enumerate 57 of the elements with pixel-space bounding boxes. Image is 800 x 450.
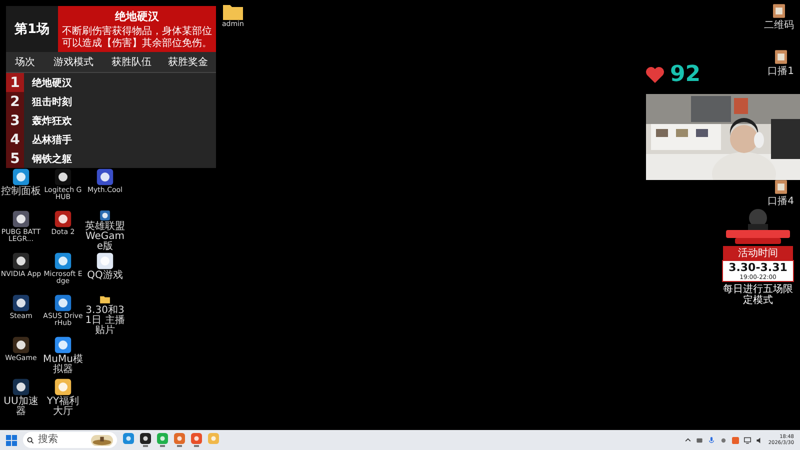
mode-name: 丛林猎手 [32,134,72,146]
round-number: 1 [6,73,24,92]
column-header: 获胜队伍 [110,56,153,70]
app-icon[interactable] [96,252,114,270]
chevron-icon[interactable] [685,437,692,443]
icon-label: MuMu模拟器 [42,355,84,375]
icon-label: UU加速器 [2,397,40,417]
search-field[interactable]: 搜索 [23,432,117,448]
column-header: 游戏模式 [52,56,94,70]
column-header: 场次 [14,56,36,70]
icon-label: 3.30和31日 主播贴片 [84,306,126,336]
round-number: 3 [6,111,24,130]
app-icon[interactable] [12,378,30,396]
file-icon[interactable] [774,180,787,194]
promo-label: 活动时间 [723,246,793,260]
app-icon[interactable] [96,168,114,186]
display-icon[interactable] [744,436,752,444]
app-icon[interactable] [54,378,72,396]
mode-name: 钢铁之躯 [32,152,72,166]
app-icon[interactable] [12,336,30,354]
search-icon [27,436,34,444]
app-icon[interactable] [54,336,72,354]
app-icon[interactable] [54,210,72,228]
app-icon[interactable] [54,252,72,270]
tray-icon[interactable] [696,436,704,444]
mode-name: 狙击时刻 [32,96,72,108]
mode-name: 轰炸狂欢 [32,114,72,128]
like-count: 92 [670,62,701,87]
app-icon[interactable] [12,294,30,312]
mode-title: 绝地硬汉 [114,9,160,24]
folder-icon[interactable] [222,4,243,20]
icon-label: 口播1 [768,64,794,78]
icon-label: 二维码 [764,18,794,32]
app-icon[interactable] [12,168,30,186]
icon-label: YY福利大厅 [46,397,80,417]
app-icon[interactable] [140,433,151,444]
round-number: 4 [6,130,24,149]
icon-label: 口播4 [768,194,794,208]
round-number: 2 [6,92,24,111]
app-icon[interactable] [12,210,30,228]
round-number: 5 [6,149,24,168]
promo-note: 每日进行五场限定模式 [722,284,794,306]
promo-dates: 3.30-3.31 [728,261,788,274]
file-icon[interactable] [774,50,787,64]
start-icon[interactable] [6,434,17,446]
mode-name: 绝地硬汉 [32,76,72,90]
app-icon[interactable] [12,252,30,270]
mode-description: 不断刷伤害获得物品，身体某部位可以造成【伤害】其余部位免伤。 [62,26,212,49]
column-header: 获胜奖金 [166,56,209,70]
icon-label: 英雄联盟 WeGame版 [84,222,126,252]
app-icon[interactable] [54,168,72,186]
icon-label: 控制面板 [0,187,42,197]
app-icon[interactable] [54,294,72,312]
icon-label: QQ游戏 [86,271,124,281]
heart-icon [645,66,665,84]
round-title: 第1场 [6,6,58,52]
microphone-icon[interactable] [708,436,716,444]
